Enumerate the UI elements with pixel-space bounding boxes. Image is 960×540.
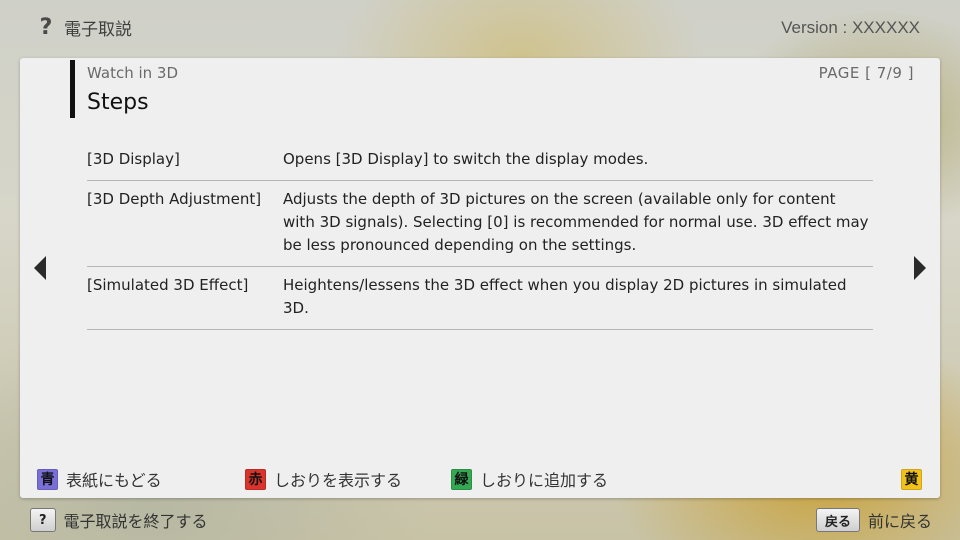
color-key-bar: 青 表紙にもどる 赤 しおりを表示する 緑 しおりに追加する 黄 <box>20 466 940 492</box>
row-label: [3D Display] <box>87 150 180 168</box>
row-description: Adjusts the depth of 3D pictures on the … <box>283 190 869 254</box>
help-key-icon: ? <box>30 508 56 532</box>
yellow-key-badge: 黄 <box>901 468 922 490</box>
red-key-badge: 赤 <box>245 468 266 490</box>
green-key-badge: 緑 <box>451 468 472 490</box>
row-description: Heightens/lessens the 3D effect when you… <box>283 276 847 317</box>
back-button[interactable]: 戻る 前に戻る <box>815 508 932 532</box>
back-label: 前に戻る <box>867 512 932 531</box>
app-title: ? 電子取説 <box>36 12 132 42</box>
exit-manual-label: 電子取説を終了する <box>63 512 208 531</box>
blue-key-back-to-cover[interactable]: 青 表紙にもどる <box>37 466 162 492</box>
version-label: Version : XXXXXX <box>781 18 920 37</box>
red-key-label: しおりを表示する <box>274 471 403 490</box>
row-description: Opens [3D Display] to switch the display… <box>283 150 649 168</box>
page-indicator: PAGE [ 7/9 ] <box>818 64 914 82</box>
red-key-show-bookmarks[interactable]: 赤 しおりを表示する <box>245 466 402 492</box>
green-key-add-bookmark[interactable]: 緑 しおりに追加する <box>451 466 608 492</box>
green-key-label: しおりに追加する <box>480 471 609 490</box>
next-page-icon[interactable] <box>914 256 926 280</box>
help-question-icon: ? <box>39 14 53 40</box>
page-title: Steps <box>87 90 149 115</box>
manual-page-panel: Watch in 3D Steps PAGE [ 7/9 ] [3D Displ… <box>20 58 940 498</box>
table-row: [3D Depth Adjustment] Adjusts the depth … <box>87 181 873 267</box>
app-title-text: 電子取説 <box>64 19 132 40</box>
previous-page-icon[interactable] <box>34 256 46 280</box>
row-label: [3D Depth Adjustment] <box>87 190 262 208</box>
blue-key-label: 表紙にもどる <box>66 471 162 490</box>
table-row: [Simulated 3D Effect] Heightens/lessens … <box>87 267 873 330</box>
heading-accent-bar <box>70 60 75 118</box>
yellow-key[interactable]: 黄 <box>901 466 922 492</box>
bottom-bar: ? 電子取説を終了する 戻る 前に戻る <box>0 504 960 540</box>
steps-table: [3D Display] Opens [3D Display] to switc… <box>87 142 873 330</box>
back-key-icon: 戻る <box>815 508 860 532</box>
exit-manual-button[interactable]: ? 電子取説を終了する <box>30 508 208 532</box>
table-row: [3D Display] Opens [3D Display] to switc… <box>87 142 873 181</box>
section-title: Watch in 3D <box>87 64 179 82</box>
blue-key-badge: 青 <box>37 468 58 490</box>
row-label: [Simulated 3D Effect] <box>87 276 249 294</box>
top-bar: ? 電子取説 Version : XXXXXX <box>0 0 960 56</box>
